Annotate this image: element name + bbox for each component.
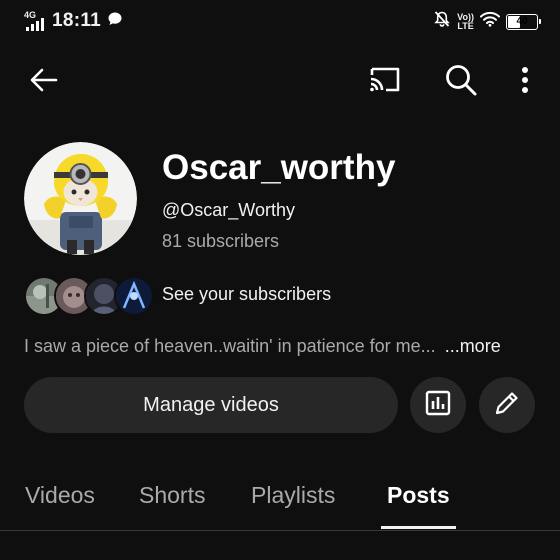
tab-videos[interactable]: Videos bbox=[25, 482, 95, 509]
search-button[interactable] bbox=[440, 62, 482, 102]
active-tab-indicator bbox=[381, 526, 456, 529]
channel-tabs: Videos Shorts Playlists Posts bbox=[0, 470, 560, 532]
battery-level: 40 bbox=[516, 16, 528, 27]
subscriber-avatars[interactable] bbox=[24, 276, 154, 316]
message-notification-icon bbox=[107, 11, 123, 32]
mute-notifications-icon bbox=[433, 10, 451, 33]
channel-name: Oscar_worthy bbox=[162, 148, 396, 187]
edit-channel-button[interactable] bbox=[479, 377, 535, 433]
arrow-left-icon bbox=[28, 64, 60, 101]
status-time: 18:11 bbox=[52, 10, 102, 31]
see-subscribers-link[interactable]: See your subscribers bbox=[162, 284, 331, 305]
description-text: I saw a piece of heaven..waitin' in pati… bbox=[24, 336, 436, 356]
tab-posts[interactable]: Posts bbox=[387, 482, 450, 509]
cast-icon bbox=[367, 65, 403, 100]
manage-videos-button[interactable]: Manage videos bbox=[24, 377, 398, 433]
signal-icon: 4G bbox=[24, 10, 48, 32]
analytics-button[interactable] bbox=[410, 377, 466, 433]
volte-indicator: Vo)) LTE bbox=[457, 11, 474, 31]
battery-icon: 40 bbox=[506, 13, 541, 30]
channel-avatar[interactable] bbox=[24, 142, 137, 255]
search-icon bbox=[444, 63, 478, 102]
more-link[interactable]: ...more bbox=[445, 336, 501, 356]
status-bar: 4G 18:11 Vo)) LTE 40 bbox=[0, 0, 560, 44]
back-button[interactable] bbox=[24, 62, 64, 102]
channel-handle: @Oscar_Worthy bbox=[162, 200, 295, 220]
cast-button[interactable] bbox=[364, 62, 406, 102]
tab-playlists[interactable]: Playlists bbox=[251, 482, 335, 509]
wifi-icon bbox=[480, 11, 500, 32]
tabs-divider bbox=[0, 530, 560, 531]
more-vertical-icon bbox=[521, 66, 529, 99]
channel-description[interactable]: I saw a piece of heaven..waitin' in pati… bbox=[24, 336, 501, 357]
subscriber-avatar bbox=[114, 276, 154, 316]
analytics-icon bbox=[424, 389, 452, 422]
subscriber-count: 81 subscribers bbox=[162, 231, 280, 251]
tab-shorts[interactable]: Shorts bbox=[139, 482, 205, 509]
edit-pencil-icon bbox=[493, 389, 521, 422]
more-options-button[interactable] bbox=[510, 62, 540, 102]
